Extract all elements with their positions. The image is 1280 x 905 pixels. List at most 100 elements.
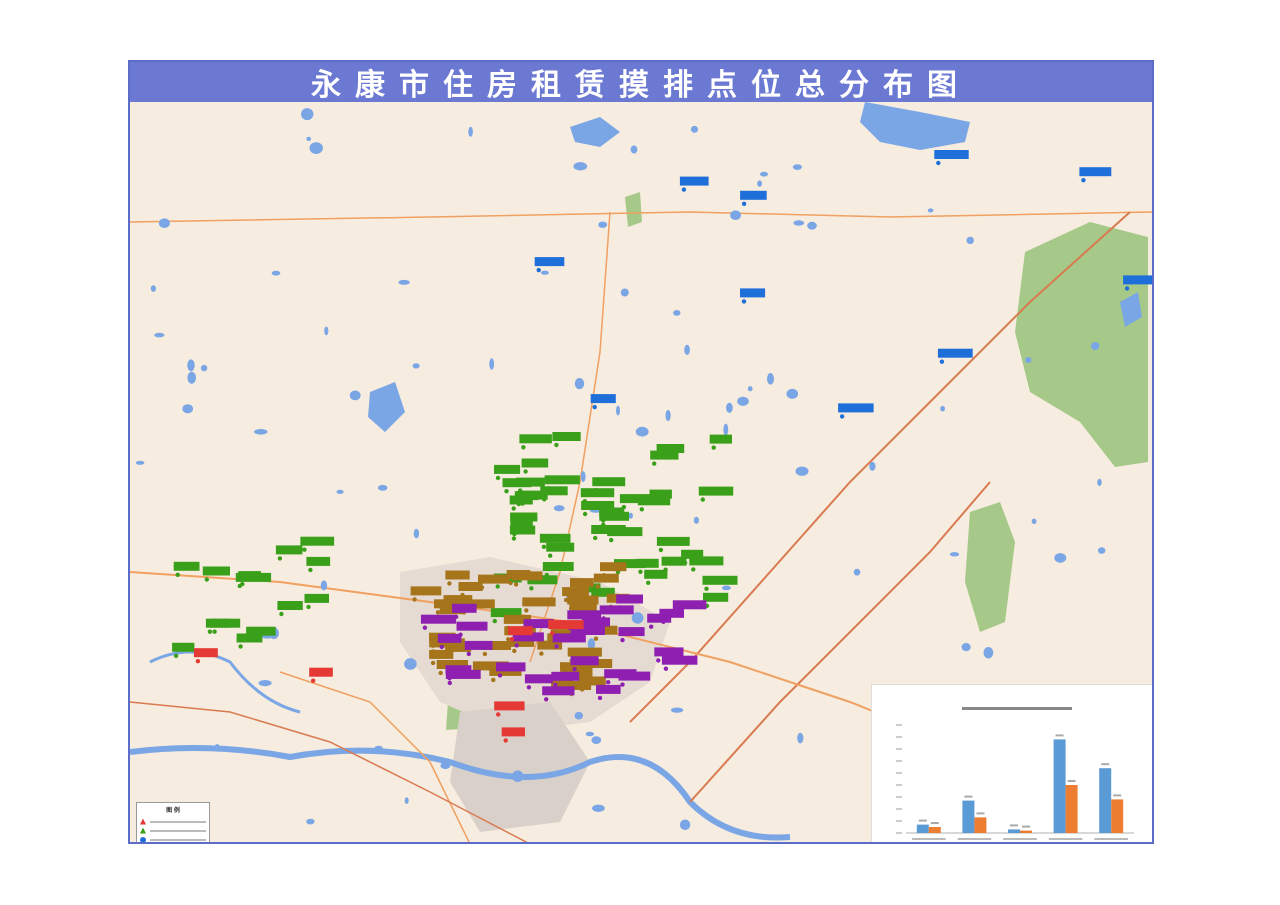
survey-point-dot[interactable] [520, 501, 525, 506]
survey-point-label[interactable] [604, 669, 637, 679]
survey-point-label[interactable] [591, 525, 626, 534]
survey-point-label[interactable] [740, 288, 766, 298]
survey-point-label[interactable] [306, 556, 331, 566]
survey-point-label[interactable] [521, 458, 549, 468]
survey-point-dot[interactable] [512, 648, 517, 654]
survey-point-dot[interactable] [279, 611, 284, 617]
survey-point-label[interactable] [277, 601, 303, 610]
survey-point-label[interactable] [534, 257, 565, 267]
survey-point-label[interactable] [539, 533, 571, 543]
survey-point-dot[interactable] [458, 632, 463, 637]
survey-point-label[interactable] [542, 686, 575, 696]
survey-point-label[interactable] [238, 571, 261, 581]
survey-point-dot[interactable] [516, 501, 521, 507]
survey-point-label[interactable] [592, 477, 626, 487]
survey-point-dot[interactable] [492, 618, 497, 624]
survey-point-label[interactable] [567, 595, 599, 605]
survey-point-label[interactable] [618, 627, 645, 637]
survey-point-label[interactable] [173, 561, 200, 571]
survey-point-dot[interactable] [526, 685, 532, 690]
survey-point-label[interactable] [581, 501, 615, 510]
survey-point-dot[interactable] [548, 553, 553, 558]
survey-point-dot[interactable] [204, 577, 209, 582]
survey-point-dot[interactable] [306, 604, 311, 610]
survey-point-label[interactable] [510, 512, 538, 522]
survey-point-dot[interactable] [479, 585, 485, 590]
survey-point-dot[interactable] [308, 567, 313, 573]
survey-point-dot[interactable] [606, 680, 611, 685]
survey-point-dot[interactable] [583, 628, 588, 633]
survey-point-label[interactable] [644, 569, 668, 579]
survey-point-dot[interactable] [593, 636, 599, 641]
survey-point-label[interactable] [496, 662, 526, 672]
survey-point-dot[interactable] [569, 632, 575, 637]
survey-point-label[interactable] [464, 640, 493, 650]
survey-point-dot[interactable] [422, 625, 428, 630]
survey-point-label[interactable] [619, 494, 651, 504]
survey-point-dot[interactable] [544, 697, 549, 702]
survey-point-label[interactable] [740, 190, 767, 200]
survey-point-dot[interactable] [511, 536, 517, 541]
survey-point-dot[interactable] [661, 619, 666, 624]
survey-point-label[interactable] [593, 573, 619, 583]
survey-point-label[interactable] [172, 642, 195, 652]
survey-point-label[interactable] [1123, 275, 1152, 285]
survey-point-dot[interactable] [503, 738, 508, 743]
survey-point-label[interactable] [551, 671, 580, 681]
survey-point-label[interactable] [679, 176, 709, 186]
survey-point-label[interactable] [567, 647, 602, 657]
survey-point-dot[interactable] [277, 556, 283, 561]
survey-point-label[interactable] [600, 562, 627, 572]
survey-point-dot[interactable] [536, 267, 541, 273]
survey-point-label[interactable] [596, 684, 621, 694]
survey-point-label[interactable] [546, 542, 575, 552]
survey-point-dot[interactable] [593, 535, 598, 541]
survey-point-label[interactable] [519, 434, 552, 444]
survey-point-dot[interactable] [601, 522, 606, 527]
survey-point-dot[interactable] [466, 651, 471, 657]
survey-point-dot[interactable] [438, 670, 443, 676]
survey-point-dot[interactable] [238, 644, 243, 649]
survey-point-dot[interactable] [572, 667, 577, 672]
survey-point-dot[interactable] [646, 580, 651, 585]
survey-point-label[interactable] [410, 586, 442, 596]
survey-point-label[interactable] [501, 727, 525, 737]
survey-point-dot[interactable] [482, 651, 488, 657]
survey-point-dot[interactable] [658, 454, 663, 460]
survey-point-label[interactable] [703, 592, 729, 602]
survey-point-dot[interactable] [658, 547, 664, 553]
survey-point-label[interactable] [636, 558, 659, 568]
survey-point-dot[interactable] [430, 660, 436, 666]
survey-point-dot[interactable] [173, 653, 179, 658]
survey-point-dot[interactable] [539, 651, 544, 656]
survey-point-dot[interactable] [571, 588, 577, 594]
survey-point-dot[interactable] [504, 489, 509, 494]
survey-point-label[interactable] [309, 667, 333, 677]
survey-point-dot[interactable] [207, 629, 213, 634]
survey-point-dot[interactable] [652, 461, 657, 466]
survey-point-dot[interactable] [447, 680, 452, 686]
survey-point-label[interactable] [838, 403, 874, 413]
survey-point-dot[interactable] [582, 511, 588, 517]
survey-point-dot[interactable] [439, 644, 444, 650]
survey-point-label[interactable] [656, 536, 690, 546]
survey-point-dot[interactable] [580, 669, 586, 675]
survey-point-dot[interactable] [741, 201, 747, 206]
survey-point-dot[interactable] [595, 584, 600, 589]
survey-point-label[interactable] [506, 570, 531, 579]
survey-point-dot[interactable] [597, 695, 603, 701]
survey-point-dot[interactable] [524, 608, 529, 613]
survey-point-dot[interactable] [496, 712, 501, 717]
survey-point-dot[interactable] [513, 582, 519, 587]
survey-point-dot[interactable] [508, 580, 513, 586]
survey-point-dot[interactable] [447, 581, 452, 586]
survey-point-dot[interactable] [554, 644, 559, 649]
survey-point-dot[interactable] [311, 678, 316, 683]
survey-point-dot[interactable] [511, 506, 516, 511]
survey-point-label[interactable] [654, 647, 684, 657]
survey-point-dot[interactable] [550, 630, 555, 636]
survey-point-dot[interactable] [649, 624, 654, 629]
survey-point-label[interactable] [518, 490, 548, 500]
survey-point-dot[interactable] [509, 637, 515, 642]
survey-point-dot[interactable] [700, 497, 705, 502]
